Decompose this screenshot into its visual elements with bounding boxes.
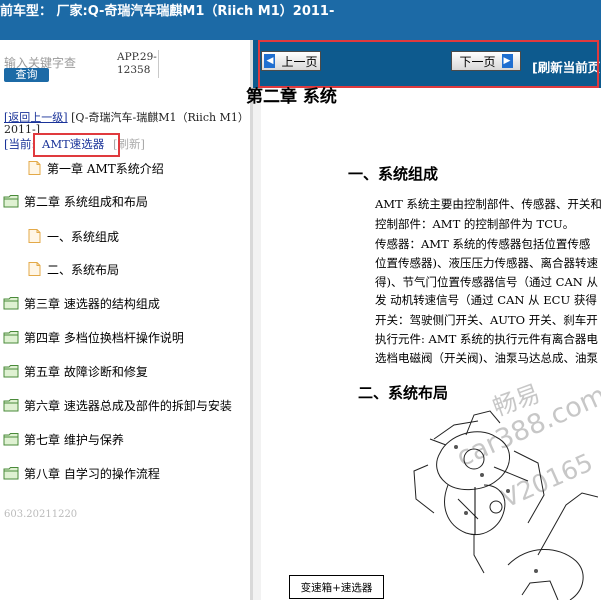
tree-item-label: 第五章 故障诊断和修复 xyxy=(24,364,148,379)
tree-item-label: 第三章 速选器的结构组成 xyxy=(24,296,160,311)
tree-folder-item[interactable]: 第四章 多档位换档杆操作说明 xyxy=(3,326,184,348)
document-icon xyxy=(28,262,41,276)
vehicle-title: 前车型： 厂家:Q-奇瑞汽车瑞麒M1（Riich M1）2011- xyxy=(0,4,335,19)
doc-paragraph: 得)、节气门位置传感器信号（通过 CAN 从 xyxy=(375,275,598,289)
version-footer: 603.20211220 xyxy=(4,509,78,520)
app-version: APP.29-12358 xyxy=(117,51,157,76)
doc-paragraph: 选档电磁阀（开关阀)、油泵马达总成、油泵 xyxy=(375,351,598,365)
tree-doc-item[interactable]: 第一章 AMT系统介绍 xyxy=(26,157,164,179)
folder-icon xyxy=(3,467,19,480)
tree-doc-item[interactable]: 一、系统组成 xyxy=(26,225,119,247)
divider xyxy=(158,50,159,78)
doc-paragraph: 传感器：AMT 系统的传感器包括位置传感 xyxy=(375,237,591,251)
tree-folder-item[interactable]: 第八章 自学习的操作流程 xyxy=(3,462,160,484)
document-icon xyxy=(28,161,41,175)
doc-paragraph: 发 动机转速信号（通过 CAN 从 ECU 获得 xyxy=(375,293,597,307)
tree-folder-item[interactable]: 第七章 维护与保养 xyxy=(3,428,124,450)
tree-item-label: 第二章 系统组成和布局 xyxy=(24,194,148,209)
highlight-toolbar xyxy=(258,40,599,88)
folder-icon xyxy=(3,331,19,344)
folder-icon xyxy=(3,399,19,412)
tree-item-label: 二、系统布局 xyxy=(47,262,120,277)
title-bar: 前车型： 厂家:Q-奇瑞汽车瑞麒M1（Riich M1）2011- xyxy=(0,0,601,40)
search-button[interactable]: 查询 xyxy=(4,68,49,82)
doc-paragraph: 执行元件: AMT 系统的执行元件有离合器电 xyxy=(375,332,598,346)
tree-item-label: 第七章 维护与保养 xyxy=(24,432,124,447)
folder-icon xyxy=(3,433,19,446)
document-icon xyxy=(28,229,41,243)
tree-folder-item[interactable]: 第五章 故障诊断和修复 xyxy=(3,360,148,382)
highlight-current xyxy=(33,133,120,157)
folder-icon xyxy=(3,297,19,310)
section-heading-composition: 一、系统组成 xyxy=(348,165,439,183)
chapter-heading: 第二章 系统 xyxy=(246,87,337,107)
diagram-label: 变速箱+速选器 xyxy=(289,575,384,599)
tree-doc-item[interactable]: 二、系统布局 xyxy=(26,258,119,280)
tree-item-label: 第一章 AMT系统介绍 xyxy=(47,161,164,176)
doc-paragraph: 控制部件：AMT 的控制部件为 TCU。 xyxy=(375,217,575,231)
tree-item-label: 第八章 自学习的操作流程 xyxy=(24,466,160,481)
doc-paragraph: 位置传感器)、液压压力传感器、离合器转速 xyxy=(375,256,598,270)
doc-paragraph: AMT 系统主要由控制部件、传感器、开关和 xyxy=(375,197,601,211)
tree-folder-item[interactable]: 第三章 速选器的结构组成 xyxy=(3,292,160,314)
folder-icon xyxy=(3,195,19,208)
system-layout-diagram xyxy=(413,410,598,600)
folder-icon xyxy=(3,365,19,378)
tree-item-label: 一、系统组成 xyxy=(47,229,120,244)
tree-item-label: 第四章 多档位换档杆操作说明 xyxy=(24,330,184,345)
doc-paragraph: 开关：驾驶侧门开关、AUTO 开关、刹车开 xyxy=(375,313,598,327)
current-label: [当前: xyxy=(4,137,36,151)
tree-folder-item[interactable]: 第二章 系统组成和布局 xyxy=(3,190,148,212)
